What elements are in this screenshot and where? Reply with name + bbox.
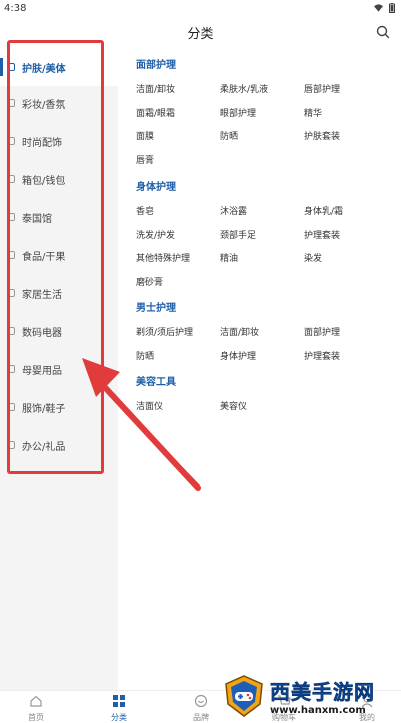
subcategory-link[interactable]: 剃须/须后护理 xyxy=(136,325,193,338)
subcategory-link[interactable]: 磨砂膏 xyxy=(136,275,163,288)
section-title: 身体护理 xyxy=(136,182,176,193)
sparkle-icon xyxy=(6,62,16,72)
shirt-icon xyxy=(6,402,16,412)
subcategory-link[interactable]: 洗发/护发 xyxy=(136,228,175,241)
subcategory-link[interactable]: 沐浴露 xyxy=(220,204,247,217)
lipstick-icon xyxy=(6,98,16,108)
section-title: 男士护理 xyxy=(136,303,176,314)
nav-tab[interactable]: 品牌 xyxy=(176,694,226,723)
sidebar-item[interactable]: 数码电器 xyxy=(0,312,118,350)
sidebar-item-label: 家居生活 xyxy=(22,289,62,301)
status-time: 4:38 xyxy=(4,2,27,14)
nav-tab-label: 分类 xyxy=(111,713,127,722)
subcategory-link[interactable]: 柔肤水/乳液 xyxy=(220,82,268,95)
sidebar-item-label: 数码电器 xyxy=(22,327,62,339)
home-icon xyxy=(6,288,16,298)
sidebar-item[interactable]: 办公/礼品 xyxy=(0,426,118,464)
page-title: 分类 xyxy=(187,26,214,42)
sidebar-item[interactable]: 时尚配饰 xyxy=(0,122,118,160)
sidebar-item-label: 护肤/美体 xyxy=(22,63,66,75)
ring-icon xyxy=(6,136,16,146)
gamepad-shield-logo-icon xyxy=(225,674,263,717)
subcategory-link[interactable]: 护理套装 xyxy=(304,228,340,241)
subcategory-link[interactable]: 面部护理 xyxy=(304,325,340,338)
sidebar-item-label: 母婴用品 xyxy=(22,365,62,377)
subcategory-link[interactable]: 精油 xyxy=(220,251,238,264)
sidebar-item-label: 服饰/鞋子 xyxy=(22,403,66,415)
subcategory-link[interactable]: 颈部手足 xyxy=(220,228,256,241)
sidebar-item-label: 时尚配饰 xyxy=(22,137,62,149)
subcategory-link[interactable]: 护肤套装 xyxy=(304,129,340,142)
subcategory-link[interactable]: 洁面仪 xyxy=(136,399,163,412)
subcategory-link[interactable]: 防晒 xyxy=(136,349,154,362)
subcategory-link[interactable]: 身体乳/霜 xyxy=(304,204,343,217)
subcategory-link[interactable]: 唇部护理 xyxy=(304,82,340,95)
nav-tab[interactable]: 首页 xyxy=(11,694,61,723)
baby-icon xyxy=(6,364,16,374)
subcategory-link[interactable]: 身体护理 xyxy=(220,349,256,362)
sidebar-item-label: 彩妆/香氛 xyxy=(22,99,66,111)
sidebar-item[interactable]: 服饰/鞋子 xyxy=(0,388,118,426)
subcategory-link[interactable]: 唇膏 xyxy=(136,153,154,166)
subcategory-link[interactable]: 洁面/卸妆 xyxy=(220,325,259,338)
battery-icon xyxy=(389,3,395,13)
sidebar-item[interactable]: 护肤/美体 xyxy=(0,48,118,86)
section-title: 美容工具 xyxy=(136,377,176,388)
building-icon xyxy=(6,212,16,222)
brand-icon xyxy=(194,694,208,712)
sidebar-item[interactable]: 泰国馆 xyxy=(0,198,118,236)
status-icons xyxy=(374,3,395,13)
category-sidebar: 护肤/美体彩妆/香氛时尚配饰箱包/钱包泰国馆食品/干果家居生活数码电器母婴用品服… xyxy=(0,48,118,690)
subcategory-panel: 面部护理 洁面/卸妆 柔肤水/乳液 唇部护理 面霜/眼霜 眼部护理 精华 面膜 防晒 护肤套装 唇膏… xyxy=(118,48,401,690)
sidebar-item[interactable]: 食品/干果 xyxy=(0,236,118,274)
bag-icon xyxy=(6,174,16,184)
subcategory-link[interactable]: 眼部护理 xyxy=(220,106,256,119)
sidebar-item[interactable]: 母婴用品 xyxy=(0,350,118,388)
subcategory-link[interactable]: 香皂 xyxy=(136,204,154,217)
subcategory-link[interactable]: 其他特殊护理 xyxy=(136,251,190,264)
nav-tab-label: 品牌 xyxy=(193,713,209,722)
subcategory-link[interactable]: 护理套装 xyxy=(304,349,340,362)
home-icon xyxy=(29,694,43,712)
sidebar-item-label: 箱包/钱包 xyxy=(22,175,66,187)
watermark-url: www.hanxm.com xyxy=(270,704,366,716)
subcategory-link[interactable]: 面霜/眼霜 xyxy=(136,106,175,119)
status-bar: 4:38 xyxy=(0,0,401,16)
sidebar-item[interactable]: 彩妆/香氛 xyxy=(0,84,118,122)
subcategory-link[interactable]: 面膜 xyxy=(136,129,154,142)
subcategory-link[interactable]: 美容仪 xyxy=(220,399,247,412)
section-title: 面部护理 xyxy=(136,60,176,71)
wifi-icon xyxy=(374,4,383,12)
app-header: 分类 xyxy=(0,16,401,48)
subcategory-link[interactable]: 防晒 xyxy=(220,129,238,142)
sidebar-item-label: 食品/干果 xyxy=(22,251,66,263)
device-icon xyxy=(6,326,16,336)
sidebar-item[interactable]: 箱包/钱包 xyxy=(0,160,118,198)
nav-tab[interactable]: 分类 xyxy=(94,694,144,723)
nav-tab-label: 首页 xyxy=(28,713,44,722)
food-icon xyxy=(6,250,16,260)
subcategory-link[interactable]: 精华 xyxy=(304,106,322,119)
subcategory-link[interactable]: 洁面/卸妆 xyxy=(136,82,175,95)
sidebar-item[interactable]: 家居生活 xyxy=(0,274,118,312)
sidebar-item-label: 泰国馆 xyxy=(22,213,52,225)
grid-icon xyxy=(112,694,126,712)
sidebar-item-label: 办公/礼品 xyxy=(22,441,66,453)
watermark-title: 西美手游网 xyxy=(270,679,375,704)
site-watermark: 西美手游网 www.hanxm.com xyxy=(222,668,401,723)
search-icon[interactable] xyxy=(375,24,391,40)
subcategory-link[interactable]: 染发 xyxy=(304,251,322,264)
gift-icon xyxy=(6,440,16,450)
